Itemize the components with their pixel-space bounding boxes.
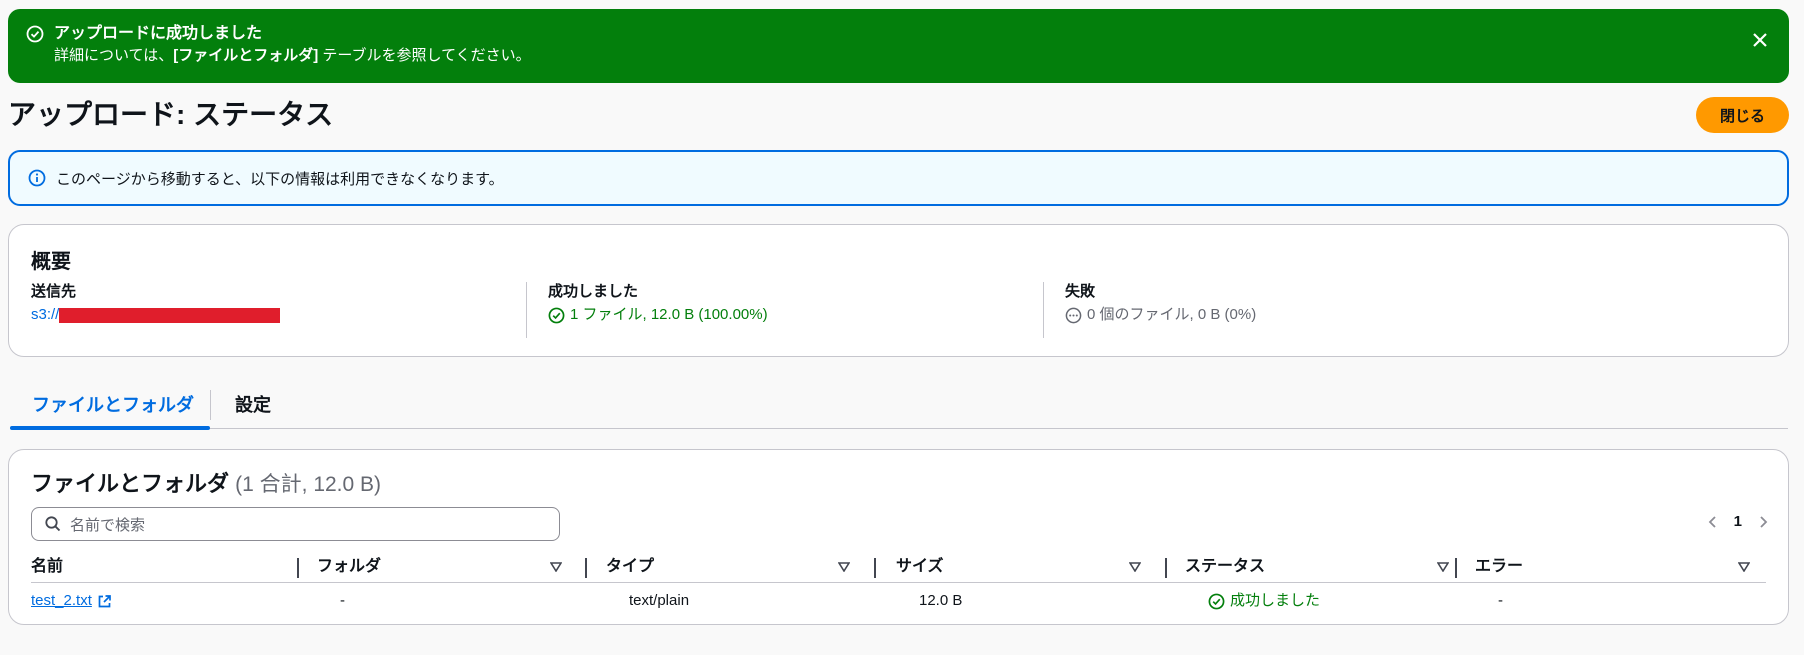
cell-error: - [1498, 592, 1503, 609]
cell-status: 成功しました [1208, 584, 1320, 618]
table-row: test_2.txt - text/plain 12.0 B 成功しました - [31, 584, 1766, 618]
tabs: ファイルとフォルダ 設定 [10, 388, 1788, 430]
column-header-type[interactable]: タイプ [606, 553, 850, 581]
column-divider [526, 282, 527, 338]
file-link[interactable]: test_2.txt [31, 584, 92, 618]
info-icon [28, 169, 46, 187]
files-table-container: ファイルとフォルダ (1 合計, 12.0 B) 名前で検索 1 名前 フォルダ… [8, 449, 1789, 625]
tab-settings[interactable]: 設定 [235, 388, 271, 429]
sort-caret-icon [1738, 562, 1750, 572]
tab-files-and-folders[interactable]: ファイルとフォルダ [10, 388, 210, 430]
search-placeholder: 名前で検索 [70, 516, 146, 534]
page-number[interactable]: 1 [1734, 513, 1742, 530]
search-icon [45, 516, 61, 532]
column-header-label: エラー [1475, 558, 1524, 575]
flash-desc-prefix: 詳細については、 [54, 47, 174, 64]
failed-column: 失敗 0 個のファイル, 0 B (0%) [1065, 281, 1545, 339]
column-header-label: フォルダ [317, 558, 382, 575]
sort-caret-icon [550, 562, 562, 572]
destination-column: 送信先 s3:// [31, 281, 511, 339]
summary-title: 概要 [31, 251, 71, 273]
failed-label: 失敗 [1065, 283, 1096, 300]
column-resizer[interactable] [1165, 558, 1167, 578]
summary-container: 概要 送信先 s3:// 成功しました 1 ファイル, 12.0 B (100.… [8, 224, 1789, 357]
column-header-label: 名前 [31, 558, 64, 575]
files-title: ファイルとフォルダ (1 合計, 12.0 B) [31, 466, 381, 498]
page-title: アップロード: ステータス [8, 99, 334, 130]
column-header-size[interactable]: サイズ [896, 553, 1141, 581]
close-icon[interactable] [1749, 29, 1771, 51]
success-check-icon [26, 25, 44, 43]
sort-caret-icon [1129, 562, 1141, 572]
success-check-icon [1208, 593, 1225, 609]
column-divider [1043, 282, 1044, 338]
destination-link[interactable]: s3:// [31, 303, 59, 327]
succeeded-value: 1 ファイル, 12.0 B (100.00%) [570, 306, 768, 323]
succeeded-column: 成功しました 1 ファイル, 12.0 B (100.00%) [548, 281, 1028, 339]
tab-separator [210, 390, 211, 420]
column-header-label: タイプ [606, 558, 655, 575]
sort-caret-icon [838, 562, 850, 572]
success-check-icon [548, 307, 565, 323]
info-alert: このページから移動すると、以下の情報は利用できなくなります。 [8, 150, 1789, 206]
search-input[interactable]: 名前で検索 [31, 507, 560, 541]
cell-name: test_2.txt [31, 584, 112, 618]
column-header-folder[interactable]: フォルダ [317, 553, 562, 581]
column-header-status[interactable]: ステータス [1185, 553, 1449, 581]
info-text: このページから移動すると、以下の情報は利用できなくなります。 [56, 170, 504, 188]
flash-title: アップロードに成功しました [54, 25, 263, 42]
chevron-left-icon[interactable] [1706, 515, 1720, 529]
succeeded-label: 成功しました [548, 283, 639, 300]
column-resizer[interactable] [585, 558, 587, 578]
column-resizer[interactable] [1455, 558, 1457, 578]
sort-caret-icon [1437, 562, 1449, 572]
column-header-name[interactable]: 名前 [31, 553, 271, 581]
column-header-label: ステータス [1185, 558, 1266, 575]
close-button[interactable]: 閉じる [1696, 97, 1789, 133]
column-header-label: サイズ [896, 558, 944, 575]
column-resizer[interactable] [874, 558, 876, 578]
failed-value: 0 個のファイル, 0 B (0%) [1087, 306, 1257, 323]
redacted-bucket-name [59, 307, 281, 323]
cell-size: 12.0 B [919, 592, 963, 609]
files-title-text: ファイルとフォルダ [31, 471, 230, 496]
cell-type: text/plain [629, 592, 690, 609]
chevron-right-icon[interactable] [1756, 515, 1770, 529]
ellipsis-status-icon [1065, 307, 1082, 323]
flash-desc-suffix: テーブルを参照してください。 [318, 47, 531, 64]
column-header-error[interactable]: エラー [1475, 553, 1750, 581]
column-resizer[interactable] [297, 558, 299, 578]
flash-description: 詳細については、[ファイルとフォルダ] テーブルを参照してください。 [54, 45, 531, 67]
external-link-icon[interactable] [97, 594, 112, 609]
table-header: 名前 フォルダ タイプ サイズ ステータス エラー [31, 553, 1766, 583]
files-count: (1 合計, 12.0 B) [235, 473, 382, 496]
flash-desc-bold: [ファイルとフォルダ] [173, 47, 319, 64]
destination-label: 送信先 [31, 283, 77, 300]
success-flashbar: アップロードに成功しました 詳細については、[ファイルとフォルダ] テーブルを参… [8, 9, 1789, 83]
status-text: 成功しました [1230, 592, 1321, 609]
cell-folder: - [340, 592, 345, 609]
pagination: 1 [1706, 513, 1770, 530]
